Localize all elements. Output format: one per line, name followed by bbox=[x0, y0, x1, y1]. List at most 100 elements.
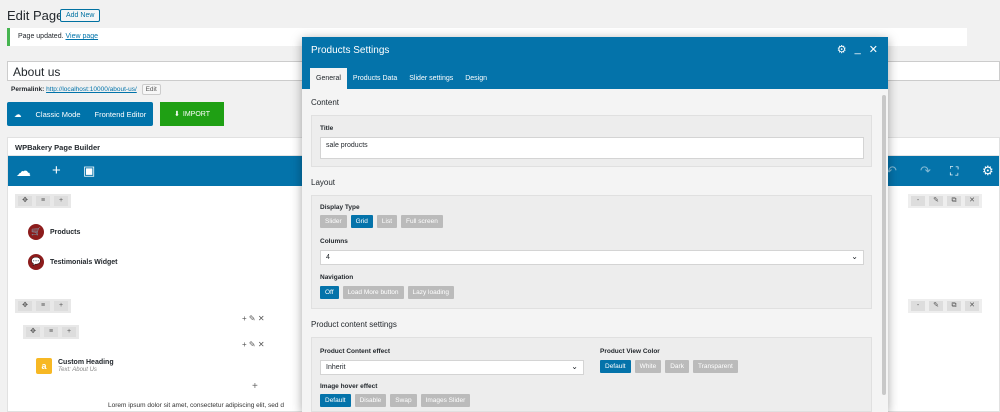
custom-heading-label: Custom Heading bbox=[58, 359, 114, 366]
inner-row-controls: ✥ ≡ + bbox=[23, 325, 79, 339]
display-type-options: Slider Grid List Full screen bbox=[320, 215, 443, 228]
row-drag-icon[interactable]: ✥ bbox=[26, 327, 40, 337]
view-color-label: Product View Color bbox=[600, 348, 660, 355]
hover-effect-label: Image hover effect bbox=[320, 383, 378, 390]
redo-icon[interactable]: ↷ bbox=[920, 163, 931, 179]
row-add-icon[interactable]: + bbox=[54, 301, 68, 311]
navigation-options: Off Load More button Lazy loading bbox=[320, 286, 455, 299]
modal-scrollbar[interactable] bbox=[882, 95, 886, 395]
display-type-list[interactable]: List bbox=[376, 215, 398, 228]
view-color-transparent[interactable]: Transparent bbox=[692, 360, 738, 373]
modal-body: Content Title sale products Layout Displ… bbox=[302, 89, 888, 412]
content-effect-value: Inherit bbox=[326, 364, 346, 371]
display-type-label: Display Type bbox=[320, 204, 360, 211]
permalink-edit-button[interactable]: Edit bbox=[141, 84, 161, 95]
fullscreen-icon[interactable]: ⛶ bbox=[950, 164, 958, 179]
content-section-title: Content bbox=[311, 98, 340, 107]
row-edit-icon[interactable]: ✎ bbox=[929, 196, 943, 206]
view-color-default[interactable]: Default bbox=[600, 360, 631, 373]
tab-design[interactable]: Design bbox=[459, 68, 493, 89]
classic-mode-button[interactable]: Classic Mode bbox=[29, 110, 88, 119]
row-layout-icon[interactable]: ≡ bbox=[44, 327, 58, 337]
navigation-label: Navigation bbox=[320, 274, 354, 281]
columns-select[interactable]: 4 bbox=[320, 250, 864, 265]
permalink: Permalink: http://localhost:10000/about-… bbox=[11, 84, 161, 95]
add-new-button[interactable]: Add New bbox=[60, 9, 101, 22]
layout-section-title: Layout bbox=[311, 178, 336, 187]
editor-mode-bar: ☁ Classic Mode Frontend Editor bbox=[7, 102, 154, 126]
row-actions-2: - ✎ ⧉ ✕ bbox=[908, 299, 982, 313]
content-effect-select[interactable]: Inherit bbox=[320, 360, 584, 375]
add-element-plus-icon[interactable]: + bbox=[252, 381, 258, 392]
row-delete-icon[interactable]: ✕ bbox=[965, 196, 979, 206]
tab-products-data[interactable]: Products Data bbox=[347, 68, 403, 89]
view-color-options: Default White Dark Transparent bbox=[600, 360, 738, 373]
row-drag-icon[interactable]: ✥ bbox=[18, 196, 32, 206]
view-color-dark[interactable]: Dark bbox=[665, 360, 689, 373]
row-add-icon[interactable]: + bbox=[62, 327, 76, 337]
hover-disable[interactable]: Disable bbox=[354, 394, 387, 407]
custom-heading-sub: Text: About Us bbox=[58, 367, 97, 373]
inner-column-controls[interactable]: + ✎ ✕ bbox=[242, 340, 265, 349]
hover-default[interactable]: Default bbox=[320, 394, 351, 407]
hover-effect-options: Default Disable Swap Images Slider bbox=[320, 394, 471, 407]
columns-value: 4 bbox=[326, 254, 330, 261]
row-collapse-icon[interactable]: - bbox=[911, 301, 925, 311]
row-drag-icon[interactable]: ✥ bbox=[18, 301, 32, 311]
lorem-text: Lorem ipsum dolor sit amet, consectetur … bbox=[108, 402, 284, 409]
custom-heading-icon: a bbox=[36, 358, 52, 374]
display-type-full-screen[interactable]: Full screen bbox=[401, 215, 443, 228]
modal-controls: ⚙ _ ✕ bbox=[837, 43, 878, 56]
permalink-url[interactable]: http://localhost:10000/about-us/ bbox=[46, 86, 137, 93]
row-clone-icon[interactable]: ⧉ bbox=[947, 301, 961, 311]
import-label: IMPORT bbox=[182, 110, 210, 118]
row-layout-icon[interactable]: ≡ bbox=[36, 301, 50, 311]
row-delete-icon[interactable]: ✕ bbox=[965, 301, 979, 311]
import-icon: ⬇ bbox=[174, 111, 180, 118]
view-page-link[interactable]: View page bbox=[66, 33, 99, 40]
layout-box: Display Type Slider Grid List Full scree… bbox=[311, 195, 872, 309]
navigation-load-more[interactable]: Load More button bbox=[342, 286, 404, 299]
gear-icon[interactable]: ⚙ bbox=[837, 43, 847, 56]
cart-icon: 🛒 bbox=[28, 224, 44, 240]
row-layout-icon[interactable]: ≡ bbox=[36, 196, 50, 206]
permalink-label: Permalink: bbox=[11, 86, 45, 93]
row-edit-icon[interactable]: ✎ bbox=[929, 301, 943, 311]
testimonials-element[interactable]: 💬 Testimonials Widget bbox=[28, 254, 117, 270]
minimize-icon[interactable]: _ bbox=[855, 43, 861, 56]
custom-heading-element[interactable]: a Custom Heading Text: About Us bbox=[36, 358, 114, 374]
row-actions: - ✎ ⧉ ✕ bbox=[908, 194, 982, 208]
close-icon[interactable]: ✕ bbox=[869, 43, 878, 56]
content-effect-label: Product Content effect bbox=[320, 348, 391, 355]
hover-swap[interactable]: Swap bbox=[390, 394, 417, 407]
wpbakery-cloud-icon[interactable]: ☁ bbox=[16, 162, 31, 180]
content-box: Title sale products bbox=[311, 115, 872, 167]
display-type-grid[interactable]: Grid bbox=[350, 215, 373, 228]
products-element-label: Products bbox=[50, 228, 81, 236]
navigation-off[interactable]: Off bbox=[320, 286, 339, 299]
row-clone-icon[interactable]: ⧉ bbox=[947, 196, 961, 206]
frontend-editor-button[interactable]: Frontend Editor bbox=[88, 110, 154, 119]
modal-tabs: General Products Data Slider settings De… bbox=[310, 68, 493, 89]
templates-icon[interactable]: ▣ bbox=[83, 163, 95, 179]
page-title: Edit Page bbox=[7, 8, 64, 23]
tab-slider-settings[interactable]: Slider settings bbox=[403, 68, 459, 89]
tab-general[interactable]: General bbox=[310, 68, 347, 89]
add-element-icon[interactable]: + bbox=[52, 162, 61, 179]
notice-text: Page updated. bbox=[18, 33, 64, 40]
display-type-slider[interactable]: Slider bbox=[320, 215, 347, 228]
row-controls-2: ✥ ≡ + bbox=[15, 299, 71, 313]
navigation-lazy-loading[interactable]: Lazy loading bbox=[407, 286, 455, 299]
title-input[interactable]: sale products bbox=[320, 137, 864, 159]
hover-images-slider[interactable]: Images Slider bbox=[420, 394, 471, 407]
column-controls[interactable]: + ✎ ✕ bbox=[242, 314, 265, 323]
row-add-icon[interactable]: + bbox=[54, 196, 68, 206]
view-color-white[interactable]: White bbox=[634, 360, 662, 373]
modal-header: Products Settings ⚙ _ ✕ General Products… bbox=[302, 37, 888, 89]
speech-bubble-icon: 💬 bbox=[28, 254, 44, 270]
import-button[interactable]: ⬇ IMPORT bbox=[160, 102, 224, 126]
row-collapse-icon[interactable]: - bbox=[911, 196, 925, 206]
products-element[interactable]: 🛒 Products bbox=[28, 224, 80, 240]
modal-title: Products Settings bbox=[311, 45, 390, 56]
settings-gear-icon[interactable]: ⚙ bbox=[982, 163, 994, 179]
